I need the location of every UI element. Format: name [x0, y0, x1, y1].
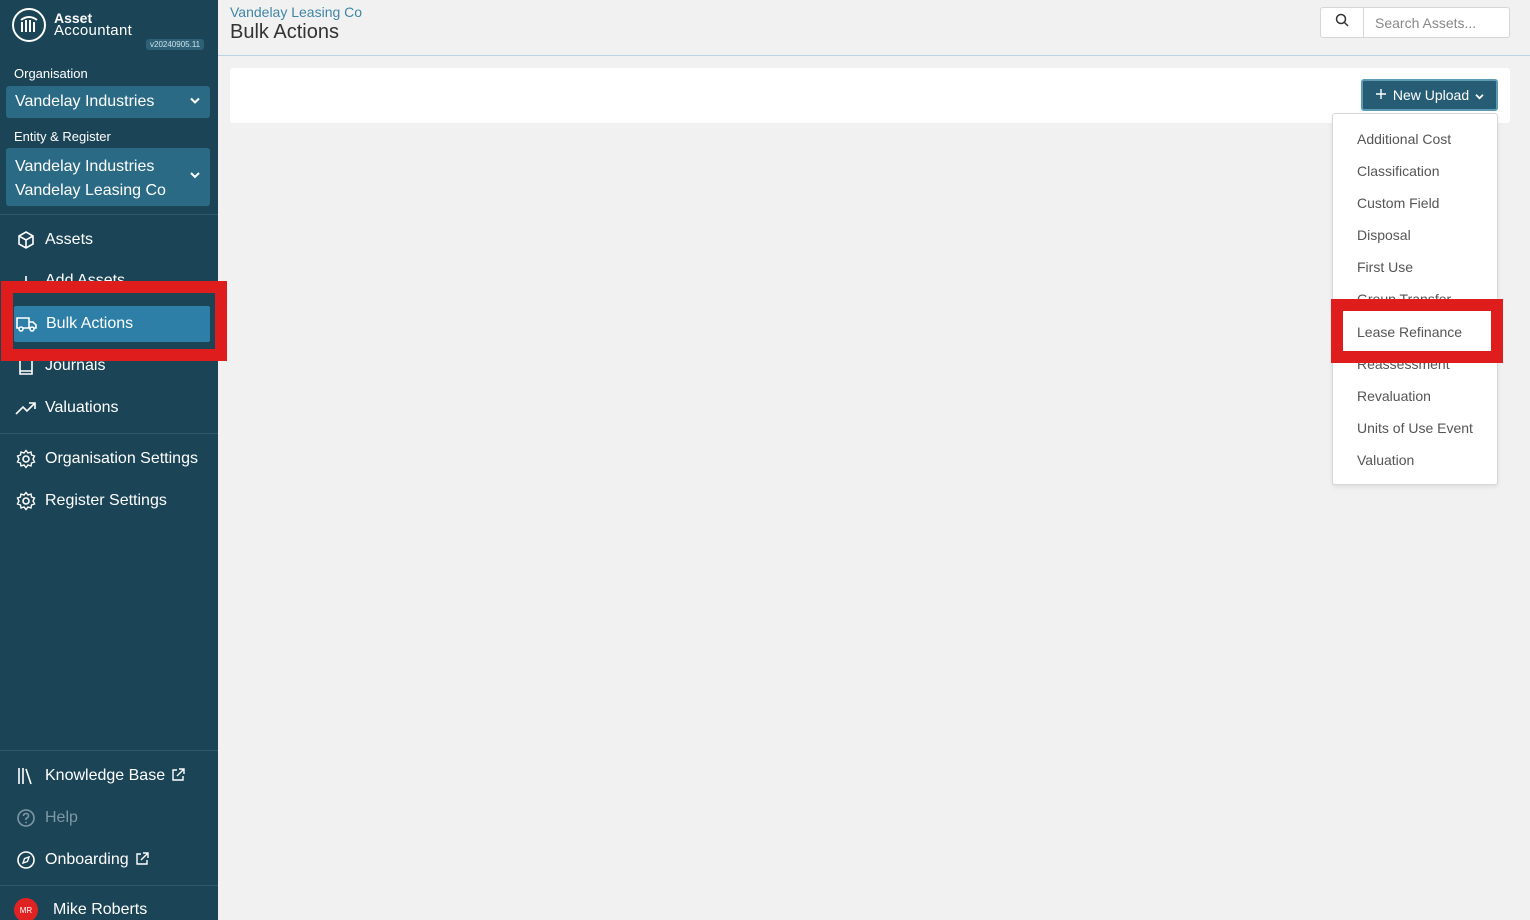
menu-item-revaluation[interactable]: Revaluation [1333, 380, 1497, 412]
gear-icon [15, 490, 37, 512]
chevron-down-icon [190, 97, 200, 108]
user-menu[interactable]: MR Mike Roberts [14, 898, 147, 920]
gear-icon [15, 448, 37, 470]
logo-icon [12, 8, 46, 42]
sidebar-item-label: Register Settings [45, 492, 167, 509]
sidebar-item-journals[interactable]: Journals [0, 348, 218, 384]
brand-name-secondary: Accountant [54, 22, 133, 39]
sidebar-item-label: Valuations [45, 399, 119, 416]
external-link-icon [135, 851, 149, 869]
search-icon [1335, 13, 1349, 32]
menu-item-additional-cost[interactable]: Additional Cost [1333, 123, 1497, 155]
menu-item-disposal[interactable]: Disposal [1333, 219, 1497, 251]
sidebar: Asset Accountant v20240905.11 Organisati… [0, 0, 218, 920]
sidebar-item-valuations[interactable]: Valuations [0, 390, 218, 426]
sidebar-item-label: Organisation Settings [45, 450, 198, 467]
sidebar-item-label: Bulk Actions [46, 315, 134, 332]
plus-icon [15, 272, 37, 292]
menu-item-custom-field[interactable]: Custom Field [1333, 187, 1497, 219]
organisation-label: Organisation [14, 66, 88, 81]
book-icon [15, 355, 37, 377]
sidebar-item-onboarding[interactable]: Onboarding [0, 842, 218, 878]
compass-icon [15, 849, 37, 871]
divider [0, 214, 218, 215]
version-badge: v20240905.11 [146, 39, 205, 50]
avatar: MR [14, 898, 38, 920]
sidebar-item-bulk-actions[interactable]: Bulk Actions [14, 306, 210, 342]
search-box [1320, 7, 1510, 38]
help-icon [15, 807, 37, 829]
breadcrumb[interactable]: Vandelay Leasing Co [230, 4, 362, 20]
organisation-value: Vandelay Industries [15, 93, 155, 110]
organisation-select[interactable]: Vandelay Industries [6, 86, 210, 118]
menu-item-group-transfer[interactable]: Group Transfer [1333, 283, 1497, 315]
chevron-down-icon [1475, 87, 1484, 103]
sidebar-item-label: Journals [45, 357, 106, 374]
menu-item-units-of-use-event[interactable]: Units of Use Event [1333, 412, 1497, 444]
sidebar-item-label: Help [45, 809, 78, 826]
sidebar-item-help[interactable]: Help [0, 800, 218, 836]
sidebar-item-label: Knowledge Base [45, 767, 166, 784]
new-upload-button[interactable]: New Upload [1361, 79, 1498, 111]
external-link-icon [171, 767, 185, 785]
brand[interactable]: Asset Accountant v20240905.11 [12, 8, 212, 54]
entity-register-select[interactable]: Vandelay Industries Vandelay Leasing Co [6, 148, 210, 206]
page-header: Vandelay Leasing Co Bulk Actions [218, 0, 1530, 56]
page-title: Bulk Actions [230, 21, 339, 43]
divider [0, 433, 218, 434]
toolbar-card [230, 68, 1510, 123]
new-upload-menu: Additional Cost Classification Custom Fi… [1332, 113, 1498, 485]
truck-icon [16, 313, 38, 335]
sidebar-item-add-assets[interactable]: Add Assets [0, 264, 218, 292]
new-upload-label: New Upload [1392, 87, 1470, 103]
sidebar-item-label: Add Assets [45, 272, 126, 289]
user-name: Mike Roberts [53, 901, 148, 918]
search-button[interactable] [1321, 8, 1364, 37]
box-icon [15, 229, 37, 251]
search-input[interactable] [1364, 8, 1504, 37]
menu-item-reassessment[interactable]: Reassessment [1333, 348, 1497, 380]
trend-up-icon [15, 397, 37, 419]
menu-item-first-use[interactable]: First Use [1333, 251, 1497, 283]
sidebar-item-knowledge-base[interactable]: Knowledge Base [0, 758, 218, 794]
sidebar-item-label: Onboarding [45, 851, 129, 868]
sidebar-item-register-settings[interactable]: Register Settings [0, 483, 218, 519]
library-icon [15, 765, 37, 787]
chevron-down-icon [190, 165, 200, 189]
divider [0, 750, 218, 751]
entity-register-label: Entity & Register [14, 129, 111, 144]
menu-item-classification[interactable]: Classification [1333, 155, 1497, 187]
plus-icon [1375, 87, 1387, 103]
entity-value: Vandelay Industries [15, 158, 155, 175]
sidebar-item-assets[interactable]: Assets [0, 222, 218, 258]
divider [0, 885, 218, 886]
sidebar-item-label: Assets [45, 231, 94, 248]
menu-item-valuation[interactable]: Valuation [1333, 444, 1497, 476]
register-value: Vandelay Leasing Co [15, 182, 166, 199]
sidebar-item-organisation-settings[interactable]: Organisation Settings [0, 441, 218, 477]
menu-item-lease-refinance[interactable]: Lease Refinance [1333, 316, 1497, 348]
